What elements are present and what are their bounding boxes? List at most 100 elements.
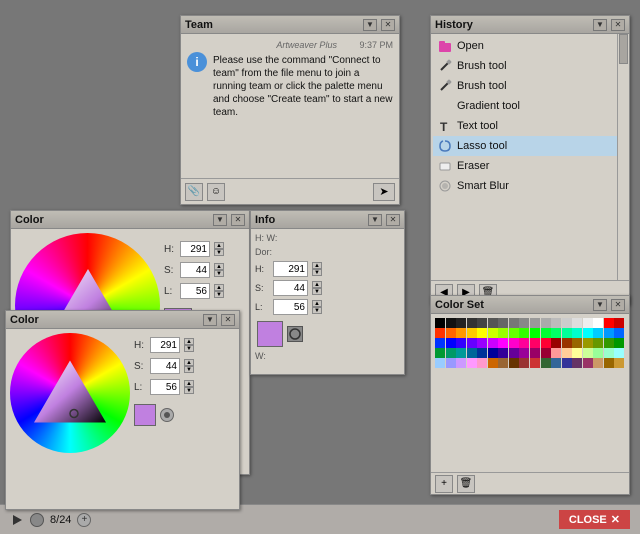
color-small-s-up[interactable]: ▲ (184, 359, 194, 366)
color-swatch-16[interactable] (604, 318, 614, 328)
color-s-down[interactable]: ▼ (214, 270, 224, 277)
info-l-down[interactable]: ▼ (312, 307, 322, 314)
history-item-8[interactable]: Smart Blur (433, 176, 627, 196)
color-swatch-45[interactable] (530, 338, 540, 348)
color-swatch-40[interactable] (477, 338, 487, 348)
color-small-l-down[interactable]: ▼ (184, 387, 194, 394)
color-h-input[interactable] (180, 241, 210, 257)
color-swatch-36[interactable] (435, 338, 445, 348)
record-button[interactable] (30, 513, 44, 527)
color-swatch-30[interactable] (562, 328, 572, 338)
color-swatch-23[interactable] (488, 328, 498, 338)
color-swatch-28[interactable] (541, 328, 551, 338)
color-small-close-btn[interactable]: ✕ (221, 314, 235, 326)
color-swatch-72[interactable] (435, 358, 445, 368)
color-swatch-57[interactable] (467, 348, 477, 358)
info-s-up[interactable]: ▲ (312, 281, 322, 288)
color-swatch-88[interactable] (604, 358, 614, 368)
color-small-l-input[interactable] (150, 379, 180, 395)
close-button[interactable]: CLOSE ✕ (559, 510, 630, 529)
color-small-menu-btn[interactable]: ▼ (203, 314, 217, 326)
color-swatch-38[interactable] (456, 338, 466, 348)
color-swatch-6[interactable] (498, 318, 508, 328)
team-menu-btn[interactable]: ▼ (363, 19, 377, 31)
color-swatch-86[interactable] (583, 358, 593, 368)
color-swatch-33[interactable] (593, 328, 603, 338)
color-swatch-69[interactable] (593, 348, 603, 358)
color-swatch-20[interactable] (456, 328, 466, 338)
color-swatch-70[interactable] (604, 348, 614, 358)
color-swatch-14[interactable] (583, 318, 593, 328)
team-attach-btn[interactable]: 📎 (185, 183, 203, 201)
color-swatch-74[interactable] (456, 358, 466, 368)
color-small-h-up[interactable]: ▲ (184, 338, 194, 345)
color-large-menu-btn[interactable]: ▼ (213, 214, 227, 226)
color-swatch-11[interactable] (551, 318, 561, 328)
color-swatch-61[interactable] (509, 348, 519, 358)
info-l-up[interactable]: ▲ (312, 300, 322, 307)
color-swatch-46[interactable] (541, 338, 551, 348)
history-scrollbar-thumb[interactable] (619, 34, 628, 64)
color-set-close-btn[interactable]: ✕ (611, 299, 625, 311)
color-swatch-37[interactable] (446, 338, 456, 348)
color-swatch-64[interactable] (541, 348, 551, 358)
color-small-eyedropper-btn[interactable] (160, 408, 174, 422)
color-swatch-4[interactable] (477, 318, 487, 328)
color-swatch-49[interactable] (572, 338, 582, 348)
color-swatch-83[interactable] (551, 358, 561, 368)
color-swatch-80[interactable] (519, 358, 529, 368)
history-titlebar[interactable]: History ▼ ✕ (431, 16, 629, 34)
add-frame-button[interactable]: + (77, 513, 91, 527)
color-swatch-54[interactable] (435, 348, 445, 358)
history-minimize-btn[interactable]: ▼ (593, 19, 607, 31)
color-swatch-84[interactable] (562, 358, 572, 368)
color-small-h-input[interactable] (150, 337, 180, 353)
color-swatch-87[interactable] (593, 358, 603, 368)
color-swatch-62[interactable] (519, 348, 529, 358)
history-scrollbar[interactable] (617, 34, 629, 280)
color-swatch-58[interactable] (477, 348, 487, 358)
history-item-2[interactable]: Brush tool (433, 56, 627, 76)
color-swatch-3[interactable] (467, 318, 477, 328)
color-swatch-2[interactable] (456, 318, 466, 328)
color-swatch-76[interactable] (477, 358, 487, 368)
color-small-swatch[interactable] (134, 404, 156, 426)
color-swatch-25[interactable] (509, 328, 519, 338)
info-s-down[interactable]: ▼ (312, 288, 322, 295)
color-swatch-15[interactable] (593, 318, 603, 328)
color-swatch-73[interactable] (446, 358, 456, 368)
color-swatch-65[interactable] (551, 348, 561, 358)
play-button[interactable] (10, 513, 24, 527)
color-small-s-down[interactable]: ▼ (184, 366, 194, 373)
color-set-menu-btn[interactable]: ▼ (593, 299, 607, 311)
color-small-titlebar[interactable]: Color ▼ ✕ (6, 311, 239, 329)
color-swatch-10[interactable] (541, 318, 551, 328)
info-s-input[interactable] (273, 280, 308, 296)
color-swatch-60[interactable] (498, 348, 508, 358)
color-swatch-34[interactable] (604, 328, 614, 338)
info-h-down[interactable]: ▼ (312, 269, 322, 276)
color-swatch-0[interactable] (435, 318, 445, 328)
color-swatch-78[interactable] (498, 358, 508, 368)
color-set-delete-btn[interactable]: 🗑 (457, 475, 475, 493)
color-swatch-82[interactable] (541, 358, 551, 368)
info-l-input[interactable] (273, 299, 308, 315)
color-swatch-12[interactable] (562, 318, 572, 328)
color-swatch-71[interactable] (614, 348, 624, 358)
color-swatch-7[interactable] (509, 318, 519, 328)
team-send-btn[interactable]: ➤ (373, 183, 395, 201)
color-swatch-56[interactable] (456, 348, 466, 358)
color-swatch-53[interactable] (614, 338, 624, 348)
color-swatch-5[interactable] (488, 318, 498, 328)
history-close-btn[interactable]: ✕ (611, 19, 625, 31)
color-small-h-down[interactable]: ▼ (184, 345, 194, 352)
history-item-6[interactable]: Lasso tool (433, 136, 627, 156)
color-swatch-43[interactable] (509, 338, 519, 348)
color-swatch-27[interactable] (530, 328, 540, 338)
color-s-input[interactable] (180, 262, 210, 278)
color-swatch-29[interactable] (551, 328, 561, 338)
color-large-titlebar[interactable]: Color ▼ ✕ (11, 211, 249, 229)
color-l-up[interactable]: ▲ (214, 284, 224, 291)
info-titlebar[interactable]: Info ▼ ✕ (251, 211, 404, 229)
color-wheel-small-container[interactable] (10, 333, 130, 453)
